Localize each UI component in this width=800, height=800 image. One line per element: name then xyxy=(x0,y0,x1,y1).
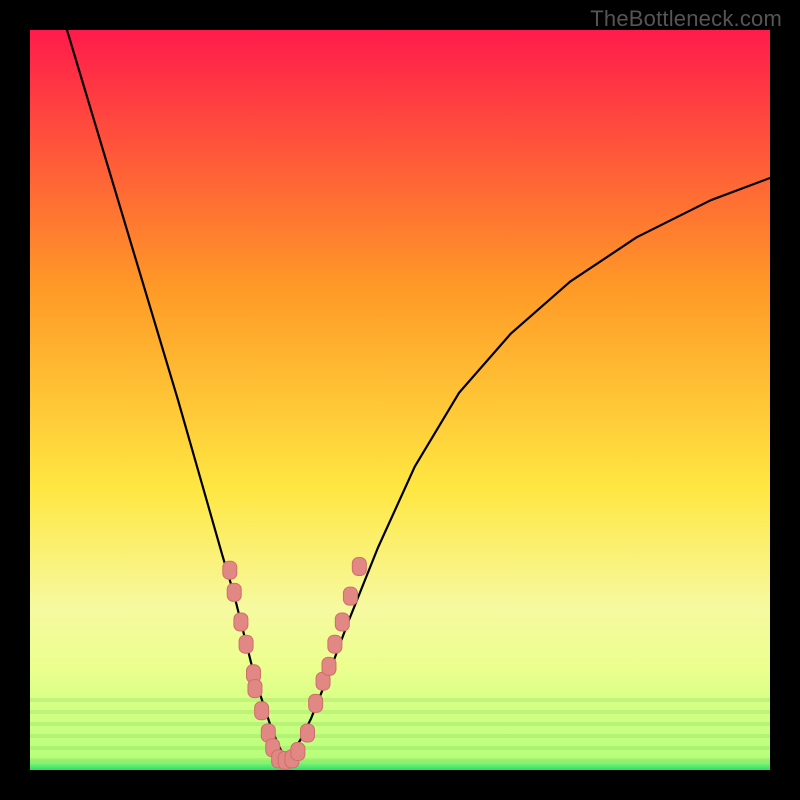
watermark-text: TheBottleneck.com xyxy=(590,6,782,32)
chart-frame: TheBottleneck.com xyxy=(0,0,800,800)
plot-area xyxy=(30,30,770,770)
bottleneck-chart xyxy=(30,30,770,770)
